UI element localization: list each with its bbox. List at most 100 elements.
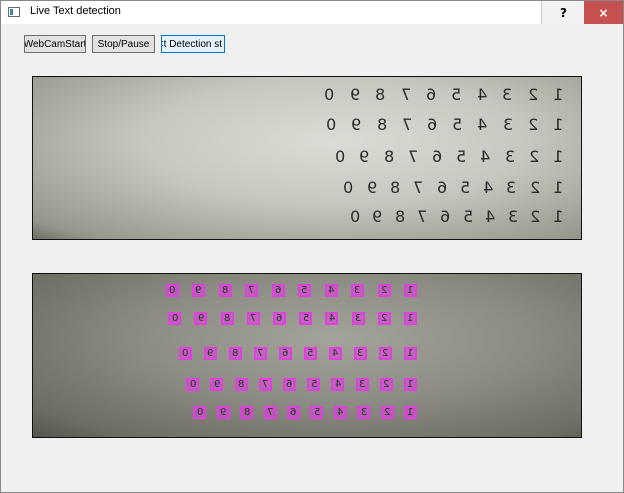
detected-digit-box: 9 [216,406,230,419]
camera-digit-glyph: 7 [400,85,411,104]
camera-digit-glyph: 7 [413,178,424,197]
detected-digit-label: 5 [301,285,308,296]
detected-digit-label: 6 [276,313,283,324]
detected-digit-label: 2 [380,285,388,296]
detected-digit-box: 9 [210,378,224,391]
detected-digit-label: 7 [250,313,257,324]
detected-digit-box: 7 [246,312,260,325]
detected-digit-box: 1 [404,378,417,391]
detected-digit-box: 5 [304,347,317,360]
detected-digit-box: 5 [307,378,321,391]
help-button[interactable]: ? [541,1,585,24]
detected-digit-box: 2 [379,378,393,391]
detected-digit-label: 4 [328,313,336,324]
stop-pause-button[interactable]: Stop/Pause [92,35,155,53]
detected-digit-label: 6 [282,348,289,359]
detected-digit-box: 2 [380,406,394,419]
camera-digit-glyph: 1 [553,178,564,197]
detected-digit-box: 6 [273,312,286,325]
detected-digit-box: 1 [404,284,417,297]
detected-digit-label: 6 [290,407,297,418]
camera-digit-glyph: 0 [335,147,346,166]
camera-digit-glyph: 8 [394,207,405,226]
camera-digit-glyph: 0 [324,85,335,104]
camera-digit-glyph: 9 [359,147,370,166]
detected-digit-box: 9 [192,284,205,297]
detected-digit-box: 1 [404,406,417,419]
camera-digit-glyph: 3 [502,85,513,104]
camera-digit-glyph: 2 [528,147,539,166]
camera-digit-glyph: 5 [451,85,462,104]
detected-digit-label: 6 [274,285,282,296]
camera-digit-glyph: 7 [401,115,412,134]
camera-digit-glyph: 8 [389,178,401,197]
detected-digit-label: 5 [302,313,309,324]
detected-digit-label: 9 [197,313,205,324]
detected-digit-box: 0 [193,406,207,419]
detected-digit-box: 4 [333,406,347,419]
detected-digit-box: 3 [351,284,364,297]
webcam-start-button[interactable]: WebCamStart [24,35,86,53]
camera-digit-glyph: 6 [440,207,451,226]
camera-digit-glyph: 5 [456,147,467,166]
text-detection-button[interactable]: <t Detection st [161,35,225,53]
detected-digit-label: 1 [407,313,414,324]
camera-digit-glyph: 2 [527,85,538,104]
detected-digit-box: 8 [218,284,232,297]
detected-digit-label: 8 [223,313,231,324]
detected-digit-box: 8 [220,312,234,325]
camera-digit-glyph: 9 [349,85,360,104]
detected-digit-box: 0 [179,347,192,360]
detected-digit-label: 0 [182,348,189,359]
detected-digit-label: 0 [196,407,204,418]
detected-digit-label: 0 [168,285,176,296]
detected-digit-box: 4 [331,378,345,391]
camera-digit-glyph: 2 [529,178,540,197]
detected-digit-label: 7 [266,407,274,418]
detected-digit-box: 6 [287,406,300,419]
detected-digit-box: 1 [404,312,417,325]
detected-digit-box: 4 [325,312,339,325]
camera-digit-glyph: 4 [485,207,496,226]
detected-digit-box: 9 [194,312,208,325]
detected-digit-box: 4 [324,284,338,297]
camera-digit-glyph: 3 [502,115,513,134]
detected-digit-box: 4 [329,347,342,360]
detected-digit-box: 7 [263,406,277,419]
camera-digit-glyph: 3 [507,207,518,226]
camera-digit-glyph: 8 [383,147,394,166]
detected-digit-box: 7 [245,284,258,297]
camera-digit-glyph: 4 [480,147,491,166]
app-window-icon [8,7,20,17]
detected-digit-box: 3 [355,378,369,391]
detected-digit-label: 9 [207,348,214,359]
camera-digit-glyph: 5 [452,115,463,134]
camera-digit-glyph: 4 [483,178,494,197]
detected-digit-label: 2 [383,379,390,390]
detected-digit-label: 1 [407,285,414,296]
detected-digit-label: 2 [383,407,391,418]
camera-digit-glyph: 8 [375,85,386,104]
close-button[interactable]: × [584,1,623,24]
detected-digit-box: 6 [271,284,285,297]
camera-digit-glyph: 1 [553,147,564,166]
camera-digit-glyph: 3 [506,178,517,197]
detected-digit-label: 5 [310,379,317,390]
camera-digit-glyph: 9 [372,207,383,226]
detected-digit-label: 4 [332,348,339,359]
camera-digit-glyph: 5 [462,207,473,226]
camera-digit-glyph: 6 [432,147,443,166]
detected-digit-box: 2 [377,312,391,325]
camera-feed-view: 1234567890123456789012345678901234567890… [32,76,582,240]
detected-digit-label: 1 [407,348,414,359]
title-bar: Live Text detection ? × [1,1,623,24]
detected-digit-box: 8 [229,347,242,360]
camera-digit-glyph: 8 [376,115,387,134]
detected-digit-label: 0 [171,313,178,324]
app-window: Live Text detection ? × WebCamStart Stop… [0,0,624,493]
detected-digit-label: 0 [189,379,196,390]
camera-digit-glyph: 2 [527,115,538,134]
detected-digit-label: 5 [307,348,314,359]
camera-digit-glyph: 5 [459,178,470,197]
camera-digit-glyph: 9 [366,178,377,197]
